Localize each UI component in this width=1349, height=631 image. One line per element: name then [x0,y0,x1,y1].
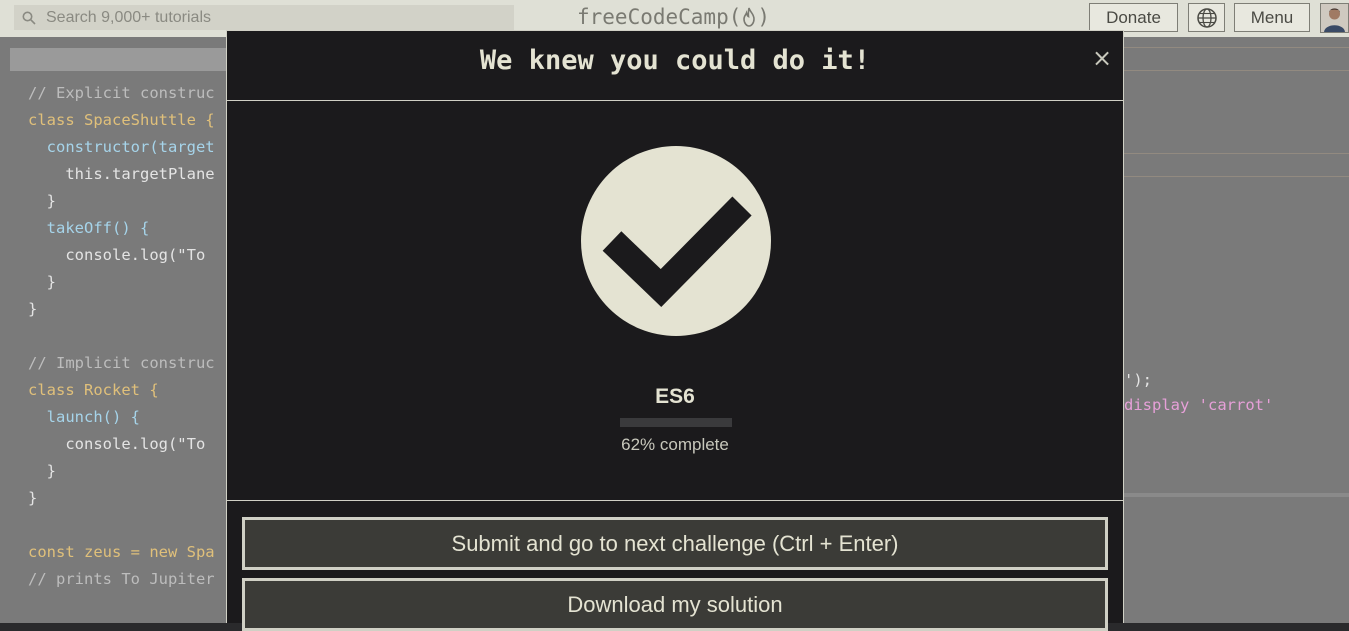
modal-header: We knew you could do it! × [227,31,1123,101]
code-line: // prints To Jupiter [28,570,215,588]
code-line: } [28,462,56,480]
code-editor[interactable]: // Explicit construc class SpaceShuttle … [28,80,215,593]
search-input[interactable] [46,5,506,30]
code-line: class SpaceShuttle { [28,111,215,129]
checkmark-icon [581,146,771,336]
freecodecamp-logo[interactable]: freeCodeCamp ( ) [577,3,770,31]
progress-bar-fill [620,418,690,427]
code-line: class Rocket { [28,381,159,399]
language-button[interactable] [1188,3,1225,32]
flame-icon [742,7,756,27]
challenge-complete-modal: We knew you could do it! × ES6 62% compl… [226,30,1124,631]
progress-bar [620,418,732,427]
globe-icon [1196,7,1217,28]
code-line: // Explicit construc [28,84,215,102]
code-line: takeOff() { [28,219,150,237]
code-line: this.targetPlane [28,165,215,183]
code-string: display 'carrot' [1124,396,1274,414]
editor-tab-strip [10,48,226,71]
code-line: constructor(target [28,138,215,156]
brand-paren-open: ( [728,5,742,29]
menu-button[interactable]: Menu [1234,3,1310,32]
code-fragment: display 'carrot' [1124,396,1273,414]
code-line: } [28,273,56,291]
code-fragment: '); [1124,371,1152,389]
code-line: // Implicit construc [28,354,215,372]
code-line: } [28,300,38,318]
brand-text: freeCodeCamp [577,5,729,29]
code-line: console.log("To [28,246,215,264]
code-line: console.log("To [28,435,215,453]
code-line: const zeus = new Spa [28,543,215,561]
donate-button[interactable]: Donate [1089,3,1178,32]
code-line: } [28,192,56,210]
avatar[interactable] [1320,3,1349,33]
code-line: } [28,489,38,507]
close-icon[interactable]: × [1091,45,1113,71]
submit-next-challenge-button[interactable]: Submit and go to next challenge (Ctrl + … [242,517,1108,570]
modal-divider [227,500,1123,501]
code-line: launch() { [28,408,140,426]
download-solution-button[interactable]: Download my solution [242,578,1108,631]
modal-title: We knew you could do it! [479,45,871,76]
progress-text: 62% complete [621,435,729,454]
brand-paren-close: ) [757,5,771,29]
search-bar[interactable] [14,5,514,30]
block-name: ES6 [655,385,695,408]
search-icon [22,11,36,25]
